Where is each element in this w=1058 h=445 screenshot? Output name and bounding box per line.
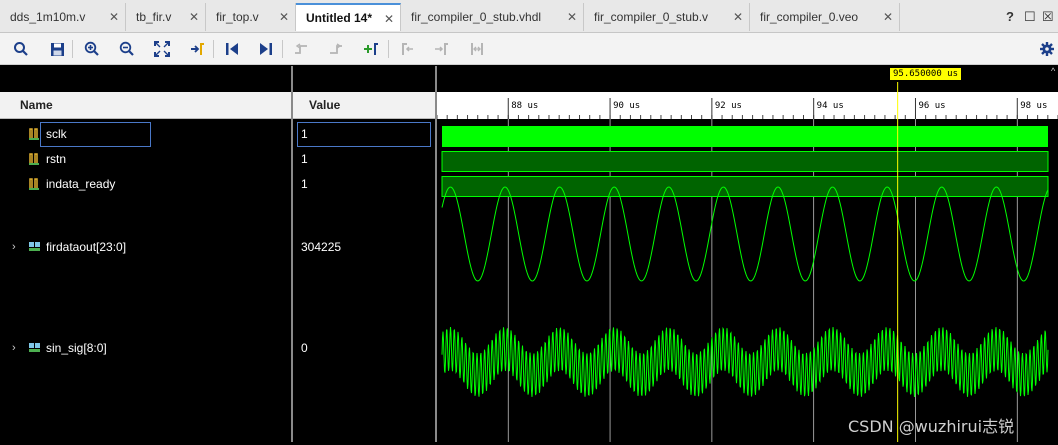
wave-rstn[interactable]: [441, 151, 1049, 172]
chevron-right-icon[interactable]: ›: [12, 342, 28, 354]
tab-label: Untitled 14*: [306, 11, 373, 25]
swap-cursors-icon[interactable]: [466, 38, 488, 60]
help-icon[interactable]: ?: [1006, 9, 1014, 24]
zoom-out-icon[interactable]: [116, 38, 138, 60]
bus-signal-icon: [28, 341, 42, 356]
previous-transition-icon[interactable]: [290, 38, 312, 60]
tab-label: fir_compiler_0.veo: [760, 10, 859, 24]
tab-fir-top[interactable]: fir_top.v ✕: [206, 3, 296, 31]
wave-indata-ready[interactable]: [441, 176, 1049, 197]
tick-label: 92 us: [715, 101, 742, 111]
go-to-last-time-icon[interactable]: [255, 38, 277, 60]
toolbar-separator: [72, 40, 73, 58]
close-icon[interactable]: ✕: [279, 10, 289, 24]
zoom-fit-icon[interactable]: [151, 38, 173, 60]
signal-value: 1: [301, 127, 308, 141]
save-icon[interactable]: [46, 38, 68, 60]
tab-label: fir_compiler_0_stub.v: [594, 10, 709, 24]
tick-label: 94 us: [817, 101, 844, 111]
tab-fir-compiler-stub-v[interactable]: fir_compiler_0_stub.v ✕: [584, 3, 750, 31]
cursor-time-label[interactable]: 95.650000 us: [890, 68, 962, 80]
signal-value: 304225: [301, 240, 342, 254]
wave-firdataout[interactable]: [441, 186, 1049, 282]
signal-value-panel: Value 1 1 1 304225 0: [293, 66, 435, 442]
next-transition-icon[interactable]: [325, 38, 347, 60]
close-icon[interactable]: ✕: [733, 10, 743, 24]
gear-icon[interactable]: [1036, 38, 1058, 60]
waveform-toolbar: [0, 33, 1058, 65]
signal-value: 1: [301, 152, 308, 166]
chevron-right-icon[interactable]: ›: [12, 241, 28, 253]
signal-name: indata_ready: [46, 177, 116, 191]
tick-label: 88 us: [511, 101, 538, 111]
name-column-header[interactable]: Name: [0, 92, 291, 119]
tab-tb-fir[interactable]: tb_fir.v ✕: [126, 3, 206, 31]
waveform-canvas[interactable]: 88 us 90 us 92 us 94 us 96 us 98 us: [436, 66, 1058, 442]
search-icon[interactable]: [10, 38, 32, 60]
tab-label: fir_compiler_0_stub.vhdl: [411, 10, 542, 24]
signal-row-rstn[interactable]: rstn: [12, 149, 66, 169]
close-icon[interactable]: ✕: [189, 10, 199, 24]
tab-fir-compiler-stub-vhdl[interactable]: fir_compiler_0_stub.vhdl ✕: [401, 3, 584, 31]
bus-signal-icon: [28, 240, 42, 255]
signal-value: 0: [301, 341, 308, 355]
toolbar-separator: [388, 40, 389, 58]
tab-label: dds_1m10m.v: [10, 10, 86, 24]
signal-value: 1: [301, 177, 308, 191]
signal-name-panel: Name sclk rstn indata_ready › firdataout…: [0, 66, 291, 442]
zoom-in-icon[interactable]: [81, 38, 103, 60]
bit-signal-icon: [28, 126, 42, 143]
signal-row-firdataout[interactable]: › firdataout[23:0]: [12, 237, 126, 257]
waveform-panel: 88 us 90 us 92 us 94 us 96 us 98 us 95.650000…: [436, 66, 1058, 442]
bit-signal-icon: [28, 176, 42, 193]
toolbar-separator: [213, 40, 214, 58]
tick-label: 96 us: [918, 101, 945, 111]
signal-row-sin-sig[interactable]: › sin_sig[8:0]: [12, 338, 107, 358]
tick-label: 90 us: [613, 101, 640, 111]
signal-row-indata-ready[interactable]: indata_ready: [12, 174, 115, 194]
signal-name: rstn: [46, 152, 67, 166]
tab-label: fir_top.v: [216, 10, 259, 24]
watermark: CSDN @wuzhirui志锐: [848, 417, 1015, 436]
previous-marker-icon[interactable]: [396, 38, 418, 60]
signal-name: sin_sig[8:0]: [46, 341, 107, 355]
signal-row-sclk[interactable]: sclk: [12, 124, 67, 144]
close-icon[interactable]: ✕: [109, 10, 119, 24]
next-marker-icon[interactable]: [430, 38, 452, 60]
restore-icon[interactable]: ☐: [1024, 9, 1036, 25]
close-icon[interactable]: ✕: [883, 10, 893, 24]
close-icon[interactable]: ✕: [384, 12, 394, 26]
add-marker-icon[interactable]: [360, 38, 382, 60]
value-selection-box: [297, 122, 431, 147]
tab-dds-1m10m[interactable]: dds_1m10m.v ✕: [0, 3, 126, 31]
close-icon[interactable]: ✕: [567, 10, 577, 24]
tab-fir-compiler-veo[interactable]: fir_compiler_0.veo ✕: [750, 3, 900, 31]
bit-signal-icon: [28, 151, 42, 168]
value-column-header[interactable]: Value: [293, 92, 435, 119]
tick-label: 98 us: [1020, 101, 1047, 111]
toolbar-separator: [282, 40, 283, 58]
maximize-icon[interactable]: ☒: [1042, 9, 1054, 25]
editor-tab-bar: dds_1m10m.v ✕ tb_fir.v ✕ fir_top.v ✕ Untitl…: [0, 0, 1058, 33]
wave-sclk[interactable]: [442, 126, 1048, 147]
signal-name: sclk: [46, 127, 67, 141]
wave-sin-sig[interactable]: [441, 326, 1049, 398]
go-to-cursor-icon[interactable]: [186, 38, 208, 60]
tab-untitled-14[interactable]: Untitled 14* ✕: [296, 3, 401, 31]
tab-label: tb_fir.v: [136, 10, 172, 24]
signal-name: firdataout[23:0]: [46, 240, 127, 254]
scroll-up-icon[interactable]: ^: [1051, 66, 1057, 76]
go-to-time-zero-icon[interactable]: [221, 38, 243, 60]
